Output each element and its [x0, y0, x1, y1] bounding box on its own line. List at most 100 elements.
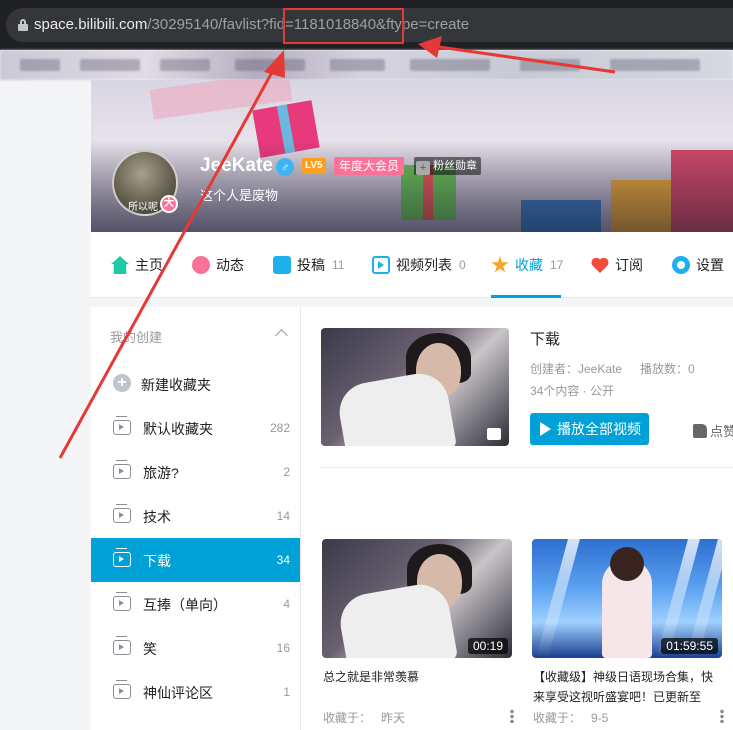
fav-label: 收藏于：: [323, 711, 372, 725]
annotation-highlight-box: [283, 8, 404, 44]
folder-tv-icon: [113, 636, 131, 655]
tab-home[interactable]: 主页: [111, 254, 163, 276]
favorites-main: 下载 创建者：JeeKate 播放数：0 34个内容 · 公开 播放全部视频 点赞…: [301, 307, 733, 730]
tab-subscriptions[interactable]: 订阅: [591, 254, 643, 276]
tab-label: 视频列表: [396, 257, 452, 273]
video-title[interactable]: 总之就是非常羡慕: [323, 667, 513, 687]
plus-circle-icon: +: [113, 374, 131, 392]
play-icon: [540, 422, 551, 436]
sidebar-item-label: 默认收藏夹: [143, 421, 213, 437]
favorites-sidebar: 我的创建 + 新建收藏夹 默认收藏夹 282 旅游? 2 技术 14 下载 34 互捧（…: [91, 307, 301, 730]
sidebar-item-label: 笑: [143, 641, 157, 657]
more-options-icon[interactable]: [720, 709, 724, 723]
video-icon: [487, 428, 501, 440]
level-badge[interactable]: LV5: [302, 158, 326, 174]
sidebar-item-mutual[interactable]: 互捧（单向） 4: [91, 582, 300, 626]
like-label: 点赞: [710, 424, 733, 439]
sidebar-item-label: 下载: [143, 553, 171, 569]
folder-tv-icon: [113, 680, 131, 699]
dynamic-icon: [192, 256, 210, 274]
thumbs-up-icon: [693, 423, 707, 438]
sidebar-item-count: 282: [269, 421, 290, 435]
folder-title: 下载: [530, 331, 561, 348]
tab-label: 动态: [216, 257, 244, 273]
url-host: space.bilibili.com: [34, 16, 148, 33]
folder-tv-icon: [113, 416, 131, 435]
tab-video-list[interactable]: 视频列表 0: [372, 254, 466, 276]
folder-tv-icon: [113, 460, 131, 479]
browser-toolbar: space.bilibili.com/30295140/favlist?fid=…: [0, 0, 733, 50]
tab-dynamic[interactable]: 动态: [192, 254, 244, 276]
fan-badge-label: 粉丝勋章: [433, 160, 477, 172]
collapse-chevron-icon[interactable]: [275, 329, 288, 342]
bookmarks-bar-blurred: [0, 50, 733, 80]
tab-count: 0: [459, 258, 466, 272]
video-list-icon: [372, 256, 390, 274]
folder-cover[interactable]: [321, 328, 509, 446]
new-folder-button[interactable]: + 新建收藏夹: [91, 362, 300, 406]
tab-label: 订阅: [615, 257, 643, 273]
video-duration: 01:59:55: [661, 638, 718, 654]
male-icon: ♂: [276, 158, 294, 176]
folder-meta: 创建者：JeeKate 播放数：0: [530, 360, 695, 377]
sidebar-item-count: 2: [283, 465, 290, 479]
profile-banner: [91, 80, 733, 232]
sidebar-item-comments[interactable]: 神仙评论区 1: [91, 670, 300, 714]
sidebar-header: 我的创建: [110, 330, 163, 345]
fan-medal-badge[interactable]: + 粉丝勋章: [414, 157, 481, 175]
video-duration: 00:19: [467, 638, 508, 654]
avatar-caption: 所以呢: [128, 202, 158, 213]
folder-tv-icon: [113, 592, 131, 611]
new-folder-label: 新建收藏夹: [141, 377, 211, 393]
sidebar-item-funny[interactable]: 笑 16: [91, 626, 300, 670]
user-name: JeeKate: [200, 155, 273, 176]
folder-info: 34个内容 · 公开: [530, 384, 615, 398]
fav-time: 昨天: [381, 711, 406, 725]
profile-nav: 主页 动态 投稿 11 视频列表 0 收藏 17 订阅 设置: [91, 232, 733, 298]
fav-label: 收藏于：: [533, 711, 582, 725]
sidebar-item-tech[interactable]: 技术 14: [91, 494, 300, 538]
sidebar-item-download[interactable]: 下载 34: [91, 538, 300, 582]
play-all-label: 播放全部视频: [557, 421, 641, 437]
fav-time: 9-5: [591, 711, 609, 725]
tab-label: 设置: [696, 257, 724, 273]
tab-count: 11: [332, 258, 345, 272]
tab-uploads[interactable]: 投稿 11: [273, 254, 344, 276]
sidebar-item-travel[interactable]: 旅游? 2: [91, 450, 300, 494]
tab-settings[interactable]: 设置: [672, 254, 724, 276]
video-fav-time: 收藏于： 9-5: [533, 709, 608, 726]
sidebar-item-label: 技术: [143, 509, 171, 525]
tab-label: 主页: [135, 257, 163, 273]
gear-icon: [672, 256, 690, 274]
sidebar-item-label: 旅游?: [143, 465, 179, 481]
star-icon: [491, 256, 509, 273]
play-all-button[interactable]: 播放全部视频: [530, 413, 649, 445]
sidebar-item-label: 神仙评论区: [143, 685, 213, 701]
avatar-badge: 大: [160, 195, 178, 213]
plus-icon: +: [416, 161, 430, 175]
tab-count: 17: [550, 258, 564, 272]
sidebar-item-count: 34: [276, 553, 290, 567]
folder-tv-icon: [113, 504, 131, 523]
sidebar-item-label: 互捧（单向）: [143, 597, 227, 613]
sidebar-item-count: 1: [283, 685, 290, 699]
more-options-icon[interactable]: [510, 709, 514, 723]
sidebar-item-count: 14: [276, 509, 290, 523]
like-button[interactable]: 点赞: [693, 421, 733, 440]
divider: [321, 467, 733, 468]
tab-label: 收藏: [515, 257, 543, 273]
video-fav-time: 收藏于： 昨天: [323, 709, 405, 726]
tab-favorites[interactable]: 收藏 17: [491, 254, 563, 276]
video-title[interactable]: 【收藏级】神级日语现场合集，快来享受这视听盛宴吧！已更新至: [533, 667, 723, 707]
folder-tv-icon: [113, 548, 131, 567]
sidebar-item-default[interactable]: 默认收藏夹 282: [91, 406, 300, 450]
sidebar-item-count: 16: [276, 641, 290, 655]
lock-icon[interactable]: [18, 19, 28, 31]
tab-label: 投稿: [297, 257, 325, 273]
sidebar-item-count: 4: [283, 597, 290, 611]
upload-icon: [273, 256, 291, 274]
vip-badge[interactable]: 年度大会员: [334, 157, 405, 175]
active-tab-indicator: [491, 295, 561, 298]
heart-icon: [591, 256, 609, 274]
folder-plays: 播放数：0: [640, 362, 695, 376]
